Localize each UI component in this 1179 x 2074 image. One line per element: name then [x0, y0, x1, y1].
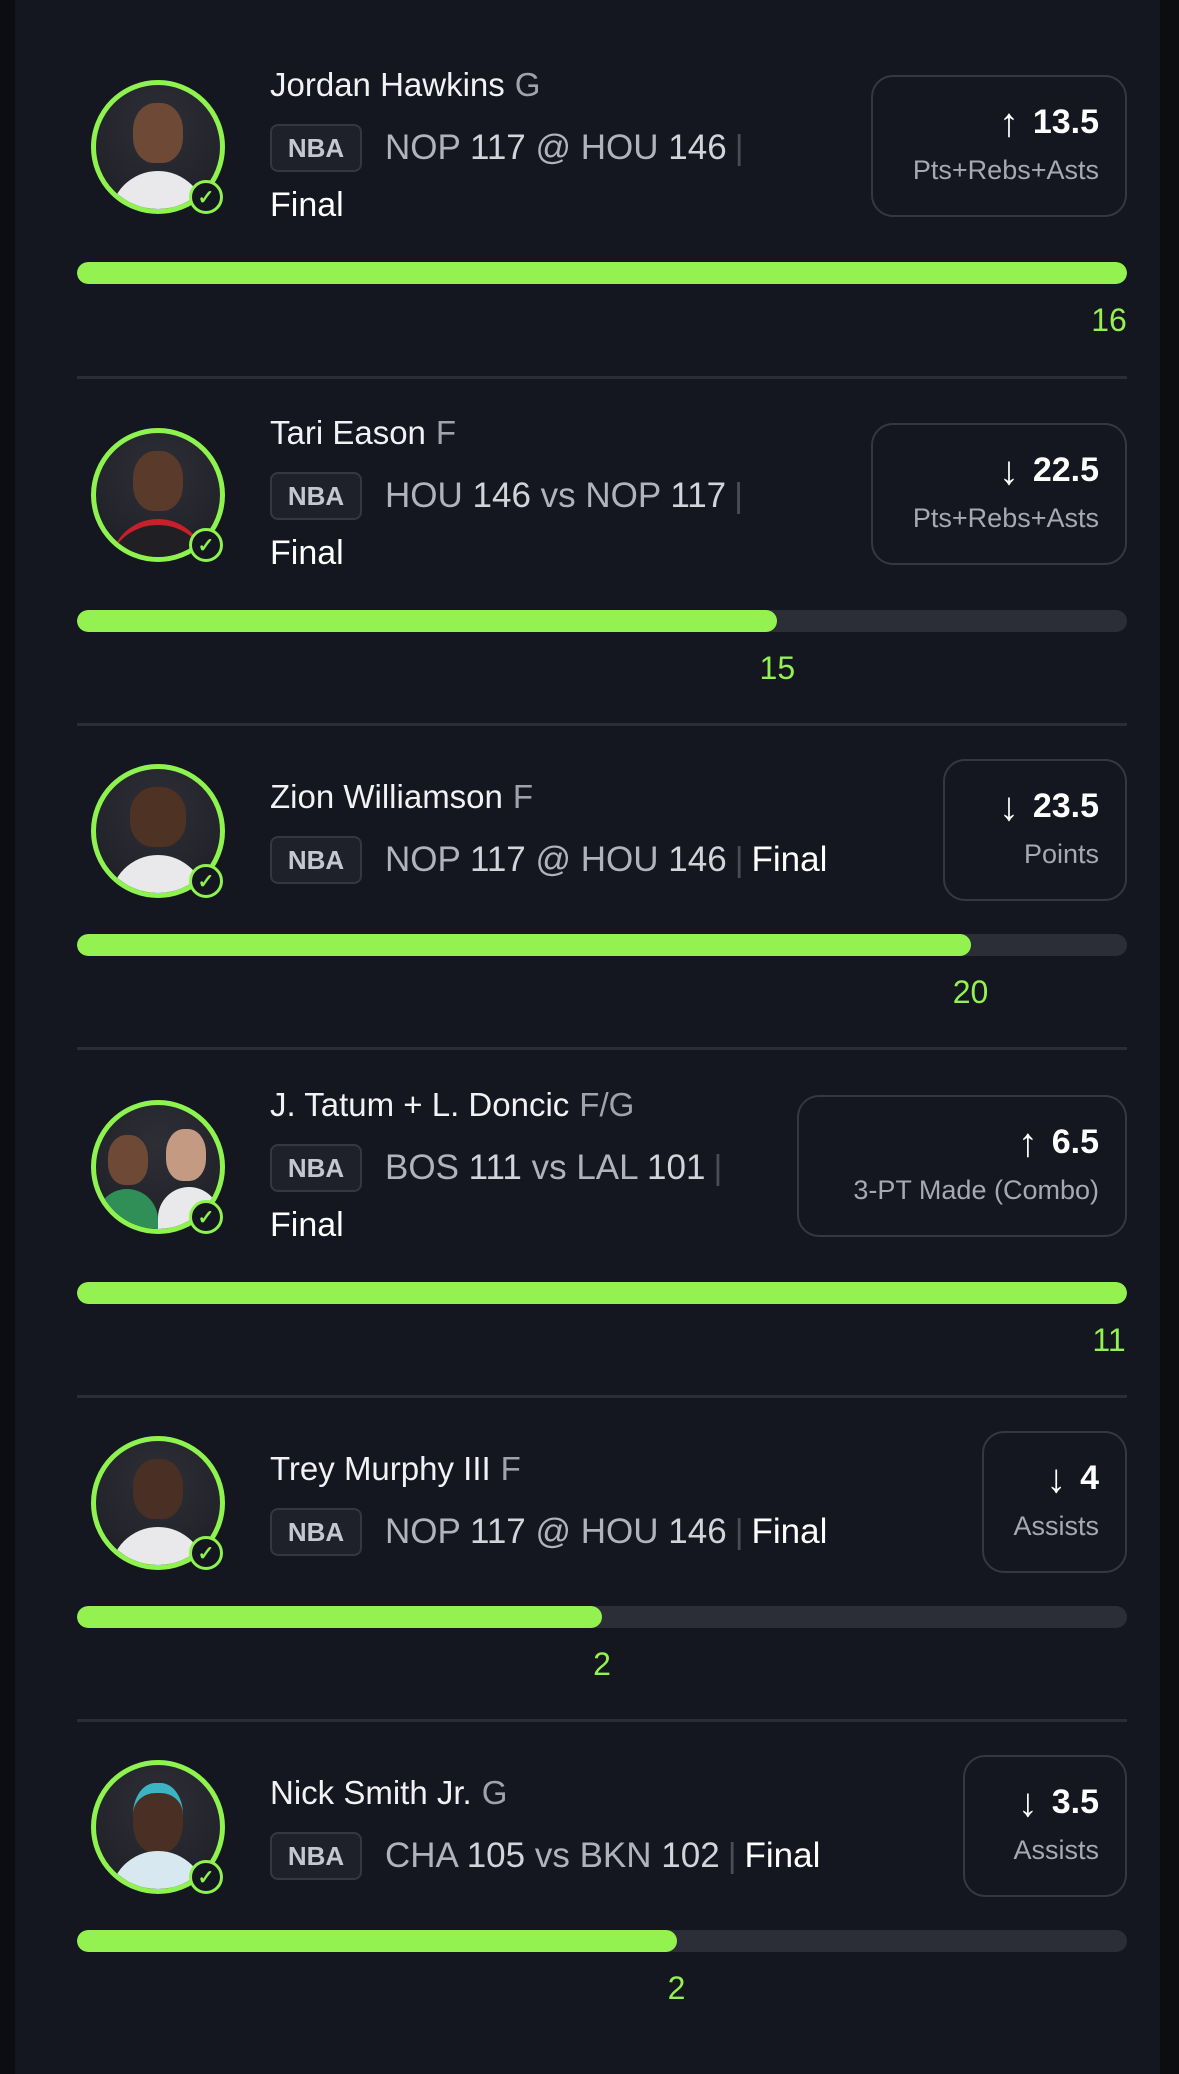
left-edge [0, 0, 15, 2074]
game-score: CHA 105 vs BKN 102 | Final [385, 1836, 821, 1875]
result-value: 2 [667, 1970, 686, 2006]
line-box[interactable]: ↓ 3.5 Assists [963, 1755, 1127, 1897]
player-name: Nick Smith Jr. G [270, 1774, 508, 1811]
right-edge [1160, 0, 1179, 2074]
check-icon: ✓ [189, 1860, 223, 1894]
league-badge: NBA [270, 1832, 362, 1880]
progress-fill [77, 1930, 677, 1952]
stat-type: Assists [1013, 1835, 1099, 1865]
pick-card[interactable]: ✓ Nick Smith Jr. G NBA CHA 105 vs BKN 102… [77, 0, 1127, 2050]
picks-panel[interactable]: ✓ Jordan Hawkins G NBA NOP 117 @ HOU 146 |… [15, 0, 1160, 2074]
arrow-down-icon: ↓ [1017, 1781, 1038, 1825]
progress-track [77, 1930, 1127, 1952]
line-value: 3.5 [1051, 1783, 1099, 1821]
